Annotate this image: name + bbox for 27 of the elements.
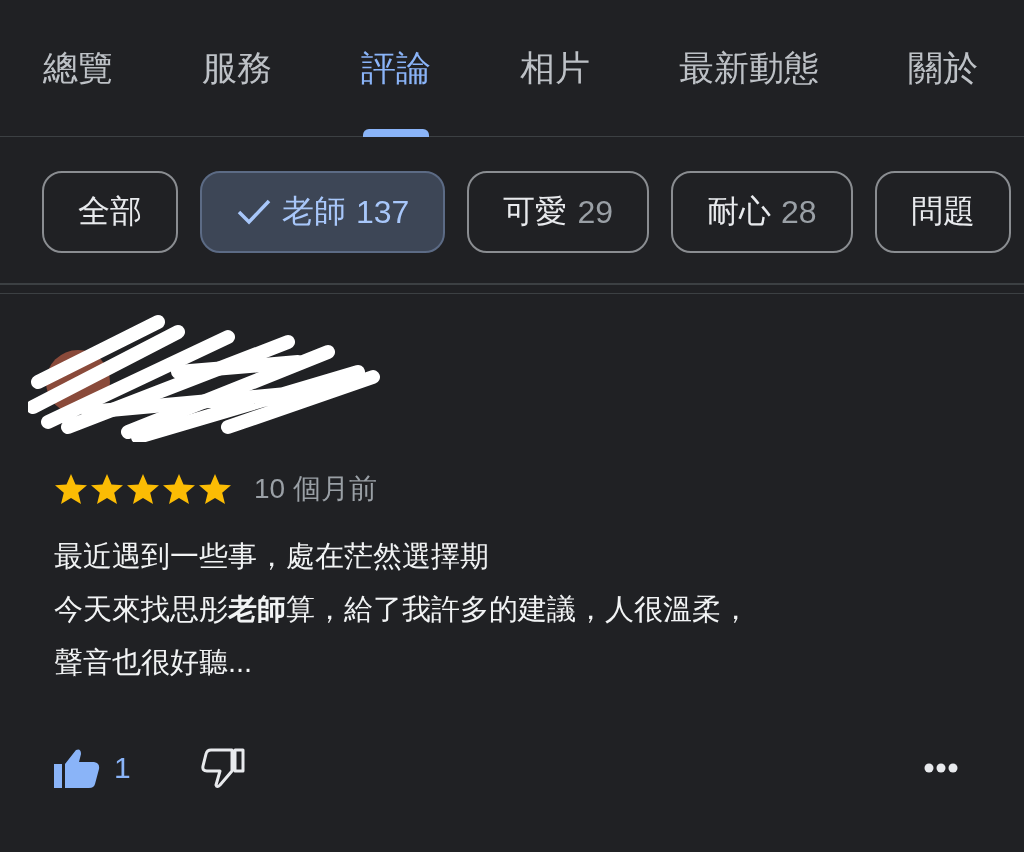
filter-chip[interactable]: 全部 bbox=[42, 171, 178, 253]
filter-chip[interactable]: 老師 137 bbox=[200, 171, 446, 253]
review-text: 最近遇到一些事，處在茫然選擇期 bbox=[54, 539, 489, 574]
filter-chip[interactable]: 問題 bbox=[874, 171, 1011, 253]
filter-chip[interactable]: 耐心 28 bbox=[671, 171, 853, 253]
tab[interactable]: 相片 bbox=[520, 0, 590, 137]
more-icon bbox=[924, 763, 958, 773]
thumbs-up-icon bbox=[54, 748, 100, 788]
check-icon bbox=[236, 197, 272, 227]
tab[interactable]: 評論 bbox=[361, 0, 431, 137]
like-button[interactable]: 1 bbox=[54, 748, 131, 788]
star-icon bbox=[126, 473, 160, 505]
tab[interactable]: 總覽 bbox=[43, 0, 113, 137]
star-icon bbox=[198, 473, 232, 505]
review-text: 今天來找思彤老師算，給了我許多的建議，人很溫柔， bbox=[54, 592, 750, 627]
filter-chip[interactable]: 可愛 29 bbox=[467, 171, 649, 253]
star-icon bbox=[54, 473, 88, 505]
tab[interactable]: 服務 bbox=[202, 0, 272, 137]
dislike-button[interactable] bbox=[200, 747, 245, 789]
thumbs-down-icon bbox=[200, 747, 245, 789]
tab[interactable]: 關於 bbox=[908, 0, 978, 137]
star-icon bbox=[162, 473, 196, 505]
tab[interactable]: 最新動態 bbox=[679, 0, 819, 137]
star-icon bbox=[90, 473, 124, 505]
review-time: 10 個月前 bbox=[254, 472, 377, 506]
review-text: 聲音也很好聽... bbox=[54, 645, 253, 680]
more-button[interactable] bbox=[924, 763, 958, 773]
